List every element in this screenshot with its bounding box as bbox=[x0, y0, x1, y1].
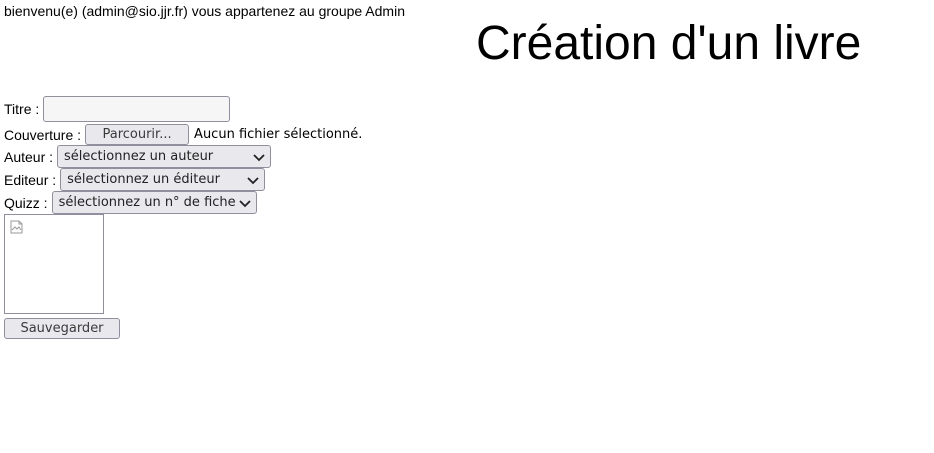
auteur-selected-value: sélectionnez un auteur bbox=[64, 149, 214, 164]
save-button[interactable]: Sauvegarder bbox=[4, 318, 120, 339]
chevron-down-icon bbox=[247, 176, 259, 184]
auteur-label: Auteur : bbox=[4, 148, 54, 165]
couverture-row: Couverture : Parcourir... Aucun fichier … bbox=[4, 124, 362, 145]
quizz-row: Quizz : sélectionnez un n° de fiche bbox=[4, 191, 257, 214]
titre-row: Titre : bbox=[4, 94, 231, 124]
editeur-select[interactable]: sélectionnez un éditeur bbox=[60, 168, 266, 191]
chevron-down-icon bbox=[253, 153, 265, 161]
editeur-label: Editeur : bbox=[4, 171, 57, 188]
editeur-selected-value: sélectionnez un éditeur bbox=[67, 172, 220, 187]
editeur-row: Editeur : sélectionnez un éditeur bbox=[4, 168, 266, 191]
browse-button[interactable]: Parcourir... bbox=[85, 124, 190, 145]
welcome-message: bienvenu(e) (admin@sio.jjr.fr) vous appa… bbox=[4, 3, 405, 19]
quizz-selected-value: sélectionnez un n° de fiche bbox=[58, 195, 236, 210]
chevron-down-icon bbox=[238, 199, 251, 207]
auteur-select[interactable]: sélectionnez un auteur bbox=[57, 145, 272, 168]
titre-label: Titre : bbox=[4, 101, 40, 117]
file-status-text: Aucun fichier sélectionné. bbox=[194, 127, 363, 142]
titre-input[interactable] bbox=[43, 96, 231, 122]
page-title: Création d'un livre bbox=[476, 17, 862, 70]
auteur-row: Auteur : sélectionnez un auteur bbox=[4, 145, 272, 168]
broken-image-icon bbox=[10, 220, 23, 234]
couverture-label: Couverture : bbox=[4, 126, 82, 143]
quizz-label: Quizz : bbox=[4, 194, 48, 211]
cover-preview-image bbox=[4, 214, 104, 314]
quizz-select[interactable]: sélectionnez un n° de fiche bbox=[51, 191, 257, 214]
